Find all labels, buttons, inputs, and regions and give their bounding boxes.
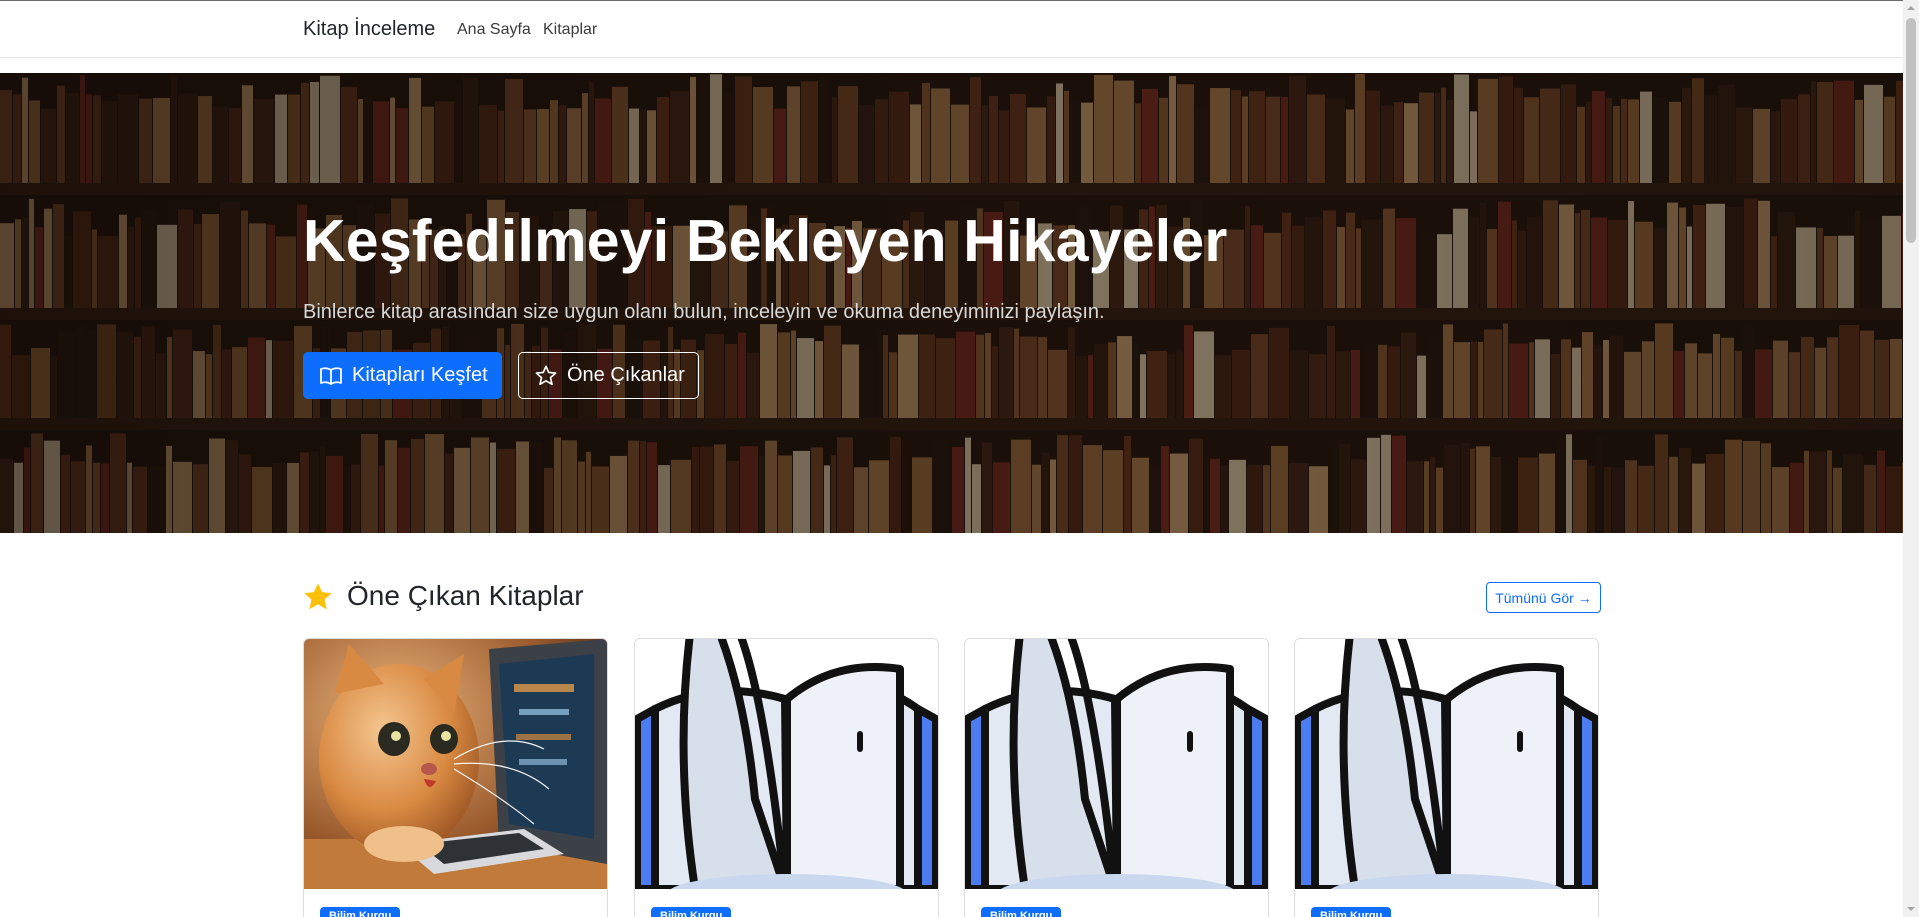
category-badge: Bilim Kurgu bbox=[651, 907, 732, 917]
hero-section: Keşfedilmeyi Bekleyen Hikayeler Binlerce… bbox=[0, 73, 1903, 533]
page: Kitap İnceleme Ana Sayfa Kitaplar Keşfed… bbox=[0, 0, 1903, 917]
vertical-scrollbar[interactable] bbox=[1903, 0, 1919, 917]
open-book-illustration bbox=[635, 639, 938, 889]
explore-books-label: Kitapları Keşfet bbox=[352, 364, 488, 386]
hero-title: Keşfedilmeyi Bekleyen Hikayeler bbox=[303, 208, 1228, 274]
nav-link-books[interactable]: Kitaplar bbox=[543, 21, 597, 39]
star-icon bbox=[304, 582, 332, 609]
arrow-right-icon: → bbox=[1577, 589, 1592, 606]
navbar: Kitap İnceleme Ana Sayfa Kitaplar bbox=[0, 1, 1903, 58]
book-card[interactable]: Bilim Kurgu bbox=[303, 638, 608, 917]
star-outline-icon bbox=[535, 365, 557, 386]
explore-books-button[interactable]: Kitapları Keşfet bbox=[303, 352, 502, 399]
nav-link-home[interactable]: Ana Sayfa bbox=[457, 21, 531, 39]
scrollbar-thumb[interactable] bbox=[1906, 18, 1916, 243]
featured-button-label: Öne Çıkanlar bbox=[567, 364, 685, 386]
category-badge: Bilim Kurgu bbox=[320, 907, 401, 917]
scroll-up-arrow-icon[interactable] bbox=[1903, 0, 1919, 16]
featured-button[interactable]: Öne Çıkanlar bbox=[518, 352, 699, 399]
category-badge: Bilim Kurgu bbox=[1311, 907, 1392, 917]
scroll-down-arrow-icon[interactable] bbox=[1903, 901, 1919, 917]
cat-at-computer-image bbox=[304, 639, 607, 889]
featured-title: Öne Çıkan Kitaplar bbox=[347, 580, 584, 611]
open-book-illustration bbox=[1295, 639, 1598, 889]
book-card[interactable]: Bilim Kurgu bbox=[964, 638, 1269, 917]
book-card[interactable]: Bilim Kurgu bbox=[634, 638, 939, 917]
hero-subtitle: Binlerce kitap arasından size uygun olan… bbox=[303, 301, 1105, 323]
category-badge: Bilim Kurgu bbox=[981, 907, 1062, 917]
see-all-button[interactable]: Tümünü Gör → bbox=[1486, 582, 1601, 613]
featured-header: Öne Çıkan Kitaplar bbox=[303, 580, 584, 612]
see-all-label: Tümünü Gör bbox=[1495, 589, 1574, 606]
open-book-illustration bbox=[965, 639, 1268, 889]
book-card[interactable]: Bilim Kurgu bbox=[1294, 638, 1599, 917]
brand-link[interactable]: Kitap İnceleme bbox=[303, 18, 435, 41]
book-open-icon bbox=[320, 366, 342, 385]
